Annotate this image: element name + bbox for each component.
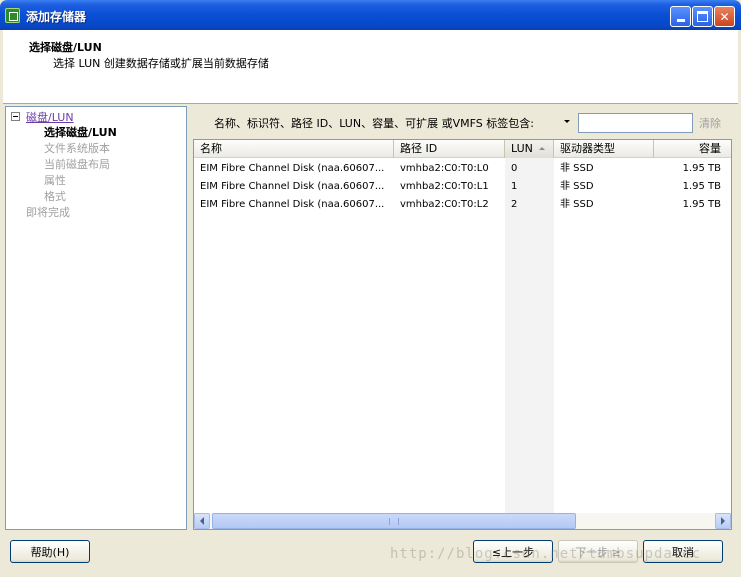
title-bar: 添加存储器 ✕: [0, 0, 741, 30]
horizontal-scrollbar[interactable]: [194, 513, 731, 529]
cell-path-id: vmhba2:C0:T0:L0: [400, 163, 489, 174]
minimize-icon: [676, 19, 685, 22]
column-header-lun[interactable]: LUN: [505, 140, 554, 158]
nav-step-properties: 属性: [44, 174, 66, 187]
cell-lun: 0: [511, 163, 518, 174]
cell-name: EIM Fibre Channel Disk (naa.60607...: [200, 199, 385, 210]
maximize-button[interactable]: [692, 6, 713, 27]
cell-capacity: 1.95 TB: [682, 181, 721, 192]
cell-path-id: vmhba2:C0:T0:L2: [400, 199, 489, 210]
cell-lun: 1: [511, 181, 518, 192]
lun-table: 名称 路径 ID LUN 驱动器类型 容量 EIM Fibre Channel …: [193, 139, 732, 530]
column-header-path-id[interactable]: 路径 ID: [394, 140, 505, 158]
wizard-steps-nav: 磁盘/LUN 选择磁盘/LUN 文件系统版本 当前磁盘布局 属性 格式 即将完成: [5, 106, 187, 530]
tree-collapse-icon[interactable]: [11, 112, 20, 121]
nav-group-disk-lun[interactable]: 磁盘/LUN: [26, 109, 74, 125]
column-header-drive-type[interactable]: 驱动器类型: [554, 140, 654, 158]
table-row[interactable]: EIM Fibre Channel Disk (naa.60607... vmh…: [194, 196, 731, 214]
column-header-capacity[interactable]: 容量: [654, 140, 731, 158]
nav-step-disk-layout: 当前磁盘布局: [44, 158, 110, 171]
nav-step-fs-version: 文件系统版本: [44, 142, 110, 155]
column-header-name[interactable]: 名称: [194, 140, 394, 158]
clear-filter-link[interactable]: 清除: [699, 115, 721, 131]
maximize-icon: [697, 11, 708, 22]
cell-drive-type: 非 SSD: [560, 163, 594, 174]
cell-name: EIM Fibre Channel Disk (naa.60607...: [200, 181, 385, 192]
minimize-button[interactable]: [670, 6, 691, 27]
close-icon: ✕: [719, 9, 730, 24]
wizard-header: 选择磁盘/LUN 选择 LUN 创建数据存储或扩展当前数据存储: [3, 30, 738, 104]
cell-drive-type: 非 SSD: [560, 199, 594, 210]
cell-name: EIM Fibre Channel Disk (naa.60607...: [200, 163, 385, 174]
page-subtitle: 选择 LUN 创建数据存储或扩展当前数据存储: [53, 57, 269, 70]
filter-label[interactable]: 名称、标识符、路径 ID、LUN、容量、可扩展 或VMFS 标签包含:: [214, 115, 534, 131]
table-row[interactable]: EIM Fibre Channel Disk (naa.60607... vmh…: [194, 178, 731, 196]
nav-step-select-disk: 选择磁盘/LUN: [44, 126, 117, 139]
nav-step-format: 格式: [44, 190, 66, 203]
sort-ascending-icon: [539, 147, 545, 150]
scroll-right-button[interactable]: [715, 513, 731, 529]
scrollbar-thumb[interactable]: [212, 513, 576, 529]
cell-path-id: vmhba2:C0:T0:L1: [400, 181, 489, 192]
scroll-right-icon: [721, 517, 725, 525]
scroll-left-icon: [200, 517, 204, 525]
cell-lun: 2: [511, 199, 518, 210]
watermark: http://blog.csdn.net/tumbsupdatec: [390, 546, 702, 562]
page-title: 选择磁盘/LUN: [29, 41, 102, 54]
help-button[interactable]: 帮助(H): [10, 540, 90, 563]
cell-drive-type: 非 SSD: [560, 181, 594, 192]
table-row[interactable]: EIM Fibre Channel Disk (naa.60607... vmh…: [194, 160, 731, 178]
cell-capacity: 1.95 TB: [682, 163, 721, 174]
app-icon: [5, 8, 20, 23]
window-title: 添加存储器: [26, 10, 87, 24]
scrollbar-grip-icon: [389, 518, 399, 525]
close-button[interactable]: ✕: [714, 6, 735, 27]
scroll-left-button[interactable]: [194, 513, 210, 529]
dropdown-arrow-icon[interactable]: [564, 120, 570, 123]
nav-step-ready: 即将完成: [26, 206, 70, 219]
filter-input[interactable]: [578, 113, 693, 133]
cell-capacity: 1.95 TB: [682, 199, 721, 210]
table-header: 名称 路径 ID LUN 驱动器类型 容量: [194, 140, 731, 158]
